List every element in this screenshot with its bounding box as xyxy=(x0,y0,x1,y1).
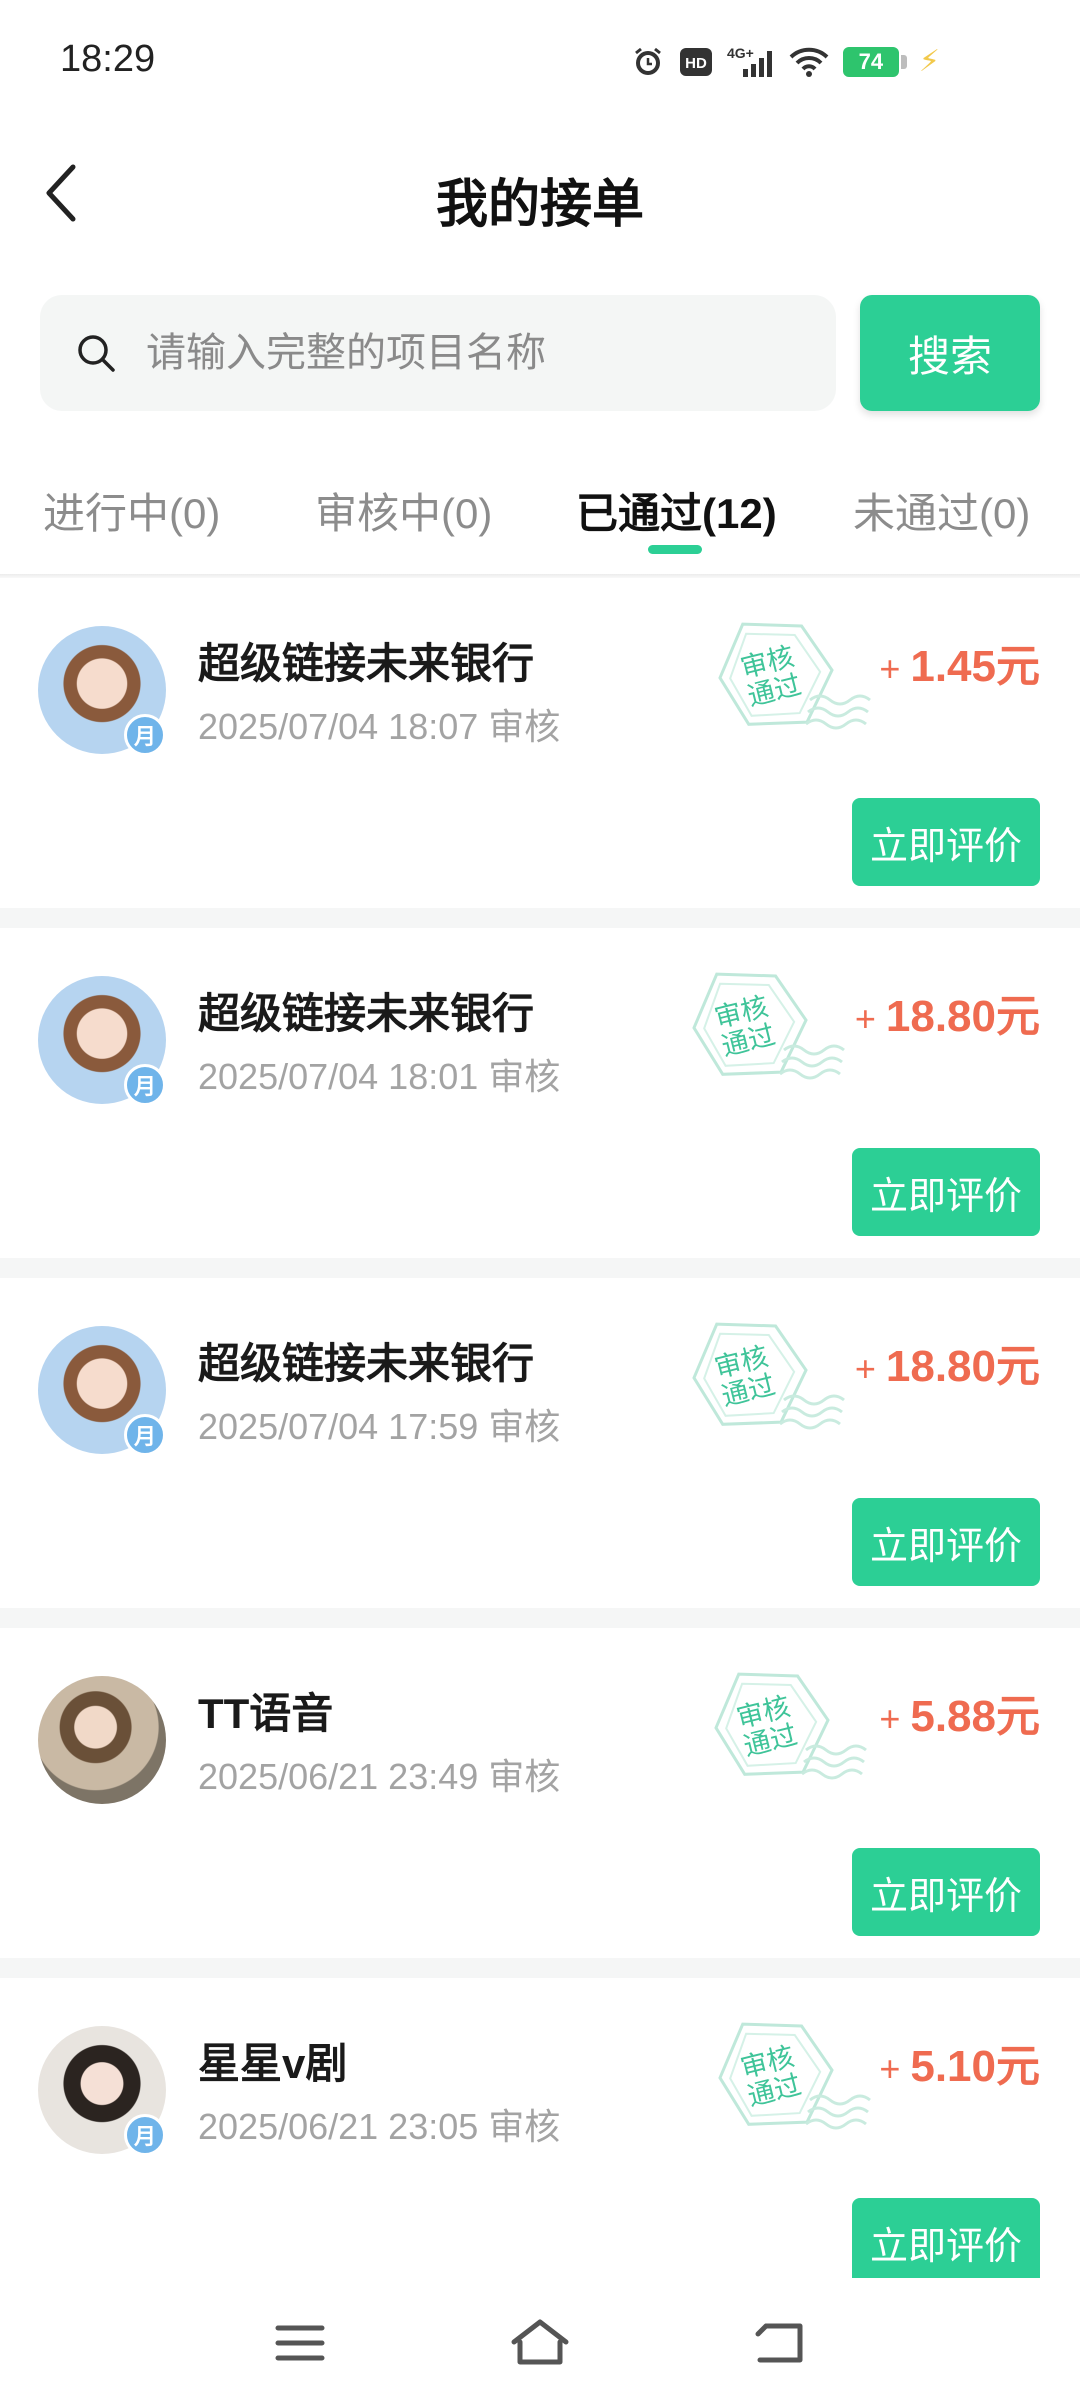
rate-button[interactable]: 立即评价 xyxy=(852,1848,1040,1936)
search-input[interactable] xyxy=(144,329,788,377)
back-icon xyxy=(755,2323,803,2363)
order-time: 2025/07/04 18:01 审核 xyxy=(198,1056,561,1097)
card-separator xyxy=(0,1608,1080,1628)
battery-icon: 74 xyxy=(842,46,907,77)
avatar xyxy=(38,1676,166,1804)
amount-plus: + xyxy=(854,998,876,1039)
header: 我的接单 xyxy=(0,140,1080,250)
order-card[interactable]: 月 超级链接未来银行 2025/07/04 17:59 审核 审核 通过 +18.… xyxy=(0,1278,1080,1608)
vip-badge: 月 xyxy=(124,1414,166,1456)
tab-bar: 进行中(0) 审核中(0) 已通过(12) 未通过(0) xyxy=(0,470,1080,570)
amount-value: 18.80元 xyxy=(885,992,1040,1041)
order-amount: +5.88元 xyxy=(879,1680,1040,1744)
search-icon xyxy=(76,333,116,373)
order-title: 星星v剧 xyxy=(198,2040,348,2087)
card-separator xyxy=(0,1258,1080,1278)
order-list: 月 超级链接未来银行 2025/07/04 18:07 审核 审核 通过 +1.4… xyxy=(0,578,1080,2278)
home-button[interactable] xyxy=(500,2308,580,2378)
menu-button[interactable] xyxy=(260,2308,340,2378)
nav-back-button[interactable] xyxy=(740,2308,820,2378)
vip-badge: 月 xyxy=(124,1064,166,1106)
amount-plus: + xyxy=(854,1348,876,1389)
order-card[interactable]: 月 超级链接未来银行 2025/07/04 18:07 审核 审核 通过 +1.4… xyxy=(0,578,1080,908)
order-card[interactable]: 月 星星v剧 2025/06/21 23:05 审核 审核 通过 +5.10元 立… xyxy=(0,1978,1080,2278)
order-title: 超级链接未来银行 xyxy=(198,1340,535,1387)
tab-in-progress[interactable]: 进行中(0) xyxy=(43,480,220,541)
approved-stamp-icon: 审核 通过 xyxy=(664,958,864,1108)
system-nav-bar xyxy=(0,2278,1080,2408)
menu-icon xyxy=(275,2325,325,2361)
amount-plus: + xyxy=(879,648,901,689)
network-label: 4G+ xyxy=(727,45,754,61)
order-title: 超级链接未来银行 xyxy=(198,990,535,1037)
search-box xyxy=(40,295,836,411)
amount-value: 5.10元 xyxy=(910,2042,1040,2091)
vip-badge: 月 xyxy=(124,714,166,756)
order-time: 2025/06/21 23:49 审核 xyxy=(198,1756,561,1797)
active-tab-indicator xyxy=(648,545,702,554)
home-icon xyxy=(511,2319,569,2365)
tab-under-review[interactable]: 审核中(0) xyxy=(315,480,492,541)
rate-button[interactable]: 立即评价 xyxy=(852,798,1040,886)
hd-label: HD xyxy=(685,55,707,72)
rate-button[interactable]: 立即评价 xyxy=(852,2198,1040,2278)
order-time: 2025/06/21 23:05 审核 xyxy=(198,2106,561,2147)
approved-stamp-icon: 审核 通过 xyxy=(690,2008,890,2158)
order-title: TT语音 xyxy=(198,1690,334,1737)
amount-plus: + xyxy=(879,2048,901,2089)
status-icons: HD 4G+ 74 ⚡ xyxy=(631,44,940,79)
wifi-icon xyxy=(789,46,829,78)
amount-plus: + xyxy=(879,1698,901,1739)
vip-badge: 月 xyxy=(124,2114,166,2156)
order-card[interactable]: TT语音 2025/06/21 23:49 审核 审核 通过 +5.88元 立即评… xyxy=(0,1628,1080,1958)
amount-value: 18.80元 xyxy=(885,1342,1040,1391)
approved-stamp-icon: 审核 通过 xyxy=(690,608,890,758)
charging-icon: ⚡ xyxy=(918,45,940,78)
status-bar: 18:29 HD 4G+ 74 ⚡ xyxy=(0,0,1080,120)
tab-approved[interactable]: 已通过(12) xyxy=(576,480,777,541)
amount-value: 1.45元 xyxy=(910,642,1040,691)
order-card[interactable]: 月 超级链接未来银行 2025/07/04 18:01 审核 审核 通过 +18.… xyxy=(0,928,1080,1258)
order-amount: +18.80元 xyxy=(855,980,1040,1044)
approved-stamp-icon: 审核 通过 xyxy=(664,1308,864,1458)
order-time: 2025/07/04 17:59 审核 xyxy=(198,1406,561,1447)
order-amount: +18.80元 xyxy=(855,1330,1040,1394)
order-amount: +1.45元 xyxy=(879,630,1040,694)
approved-stamp-icon: 审核 通过 xyxy=(686,1658,886,1808)
tab-rejected[interactable]: 未通过(0) xyxy=(853,480,1030,541)
search-button[interactable]: 搜索 xyxy=(860,295,1040,411)
status-time: 18:29 xyxy=(60,38,156,80)
hd-icon: HD xyxy=(679,47,713,77)
rate-button[interactable]: 立即评价 xyxy=(852,1148,1040,1236)
card-separator xyxy=(0,908,1080,928)
order-title: 超级链接未来银行 xyxy=(198,640,535,687)
order-time: 2025/07/04 18:07 审核 xyxy=(198,706,561,747)
order-amount: +5.10元 xyxy=(879,2030,1040,2094)
rate-button[interactable]: 立即评价 xyxy=(852,1498,1040,1586)
page-title: 我的接单 xyxy=(435,176,644,234)
alarm-icon xyxy=(631,45,665,79)
amount-value: 5.88元 xyxy=(910,1692,1040,1741)
card-separator xyxy=(0,1958,1080,1978)
signal-4g-icon: 4G+ xyxy=(727,45,775,79)
